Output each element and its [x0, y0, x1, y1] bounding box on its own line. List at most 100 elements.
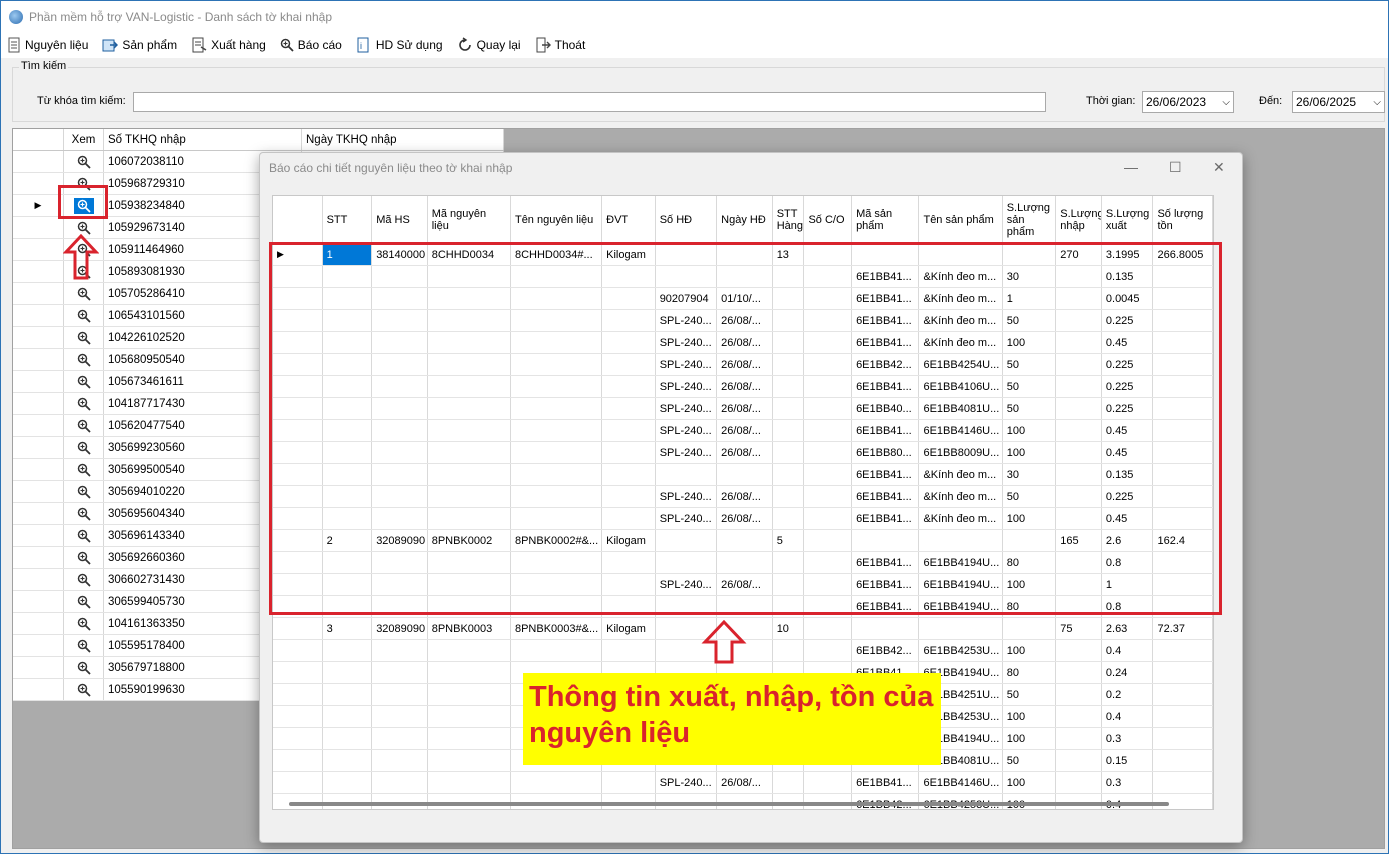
report-cell[interactable]: 26/08/...	[717, 772, 773, 793]
report-col-header[interactable]: Tên nguyên liệu	[511, 196, 603, 243]
chevron-down-icon[interactable]: ⌵	[1222, 97, 1230, 108]
report-cell[interactable]	[1056, 640, 1102, 661]
report-cell[interactable]	[1056, 662, 1102, 683]
report-cell[interactable]: 72.37	[1153, 618, 1213, 639]
report-cell[interactable]: 0.2	[1102, 684, 1154, 705]
view-cell[interactable]	[64, 503, 104, 524]
view-cell[interactable]	[64, 283, 104, 304]
report-col-header[interactable]: S.Lượng xuất	[1102, 196, 1154, 243]
horizontal-scrollbar[interactable]	[289, 802, 1169, 806]
report-cell[interactable]	[1153, 750, 1213, 771]
report-cell[interactable]	[372, 750, 428, 771]
row-header[interactable]	[13, 239, 64, 260]
report-cell[interactable]	[428, 662, 511, 683]
toolbar-button-5[interactable]: Quay lại	[457, 37, 521, 53]
report-cell[interactable]: 75	[1056, 618, 1102, 639]
report-cell[interactable]: 80	[1003, 662, 1057, 683]
row-header[interactable]	[13, 327, 64, 348]
row-header[interactable]	[13, 173, 64, 194]
row-header[interactable]	[13, 657, 64, 678]
report-col-header[interactable]: STT Hàng	[773, 196, 805, 243]
report-cell[interactable]: 8PNBK0003#&...	[511, 618, 603, 639]
row-header[interactable]	[273, 772, 323, 793]
report-cell[interactable]	[428, 706, 511, 727]
row-header[interactable]	[273, 684, 323, 705]
row-header[interactable]	[273, 728, 323, 749]
row-header[interactable]	[13, 635, 64, 656]
toolbar-button-6[interactable]: Thoát	[535, 37, 585, 53]
row-header[interactable]	[13, 481, 64, 502]
row-header[interactable]	[13, 305, 64, 326]
report-cell[interactable]	[804, 618, 853, 639]
view-cell[interactable]	[64, 151, 104, 172]
report-col-header[interactable]: Mã HS	[372, 196, 428, 243]
view-cell[interactable]	[64, 393, 104, 414]
report-col-header[interactable]: S.Lượng sản phẩm	[1003, 196, 1057, 243]
view-cell[interactable]	[64, 547, 104, 568]
report-cell[interactable]: 8PNBK0003	[428, 618, 511, 639]
row-header[interactable]	[13, 393, 64, 414]
zoom-in-icon[interactable]	[74, 682, 94, 698]
col-header-ngay-tkhq[interactable]: Ngày TKHQ nhập	[302, 129, 504, 150]
row-header[interactable]	[13, 261, 64, 282]
report-cell[interactable]	[511, 640, 603, 661]
zoom-in-icon[interactable]	[74, 374, 94, 390]
row-header[interactable]	[273, 618, 323, 639]
report-cell[interactable]	[602, 640, 656, 661]
view-cell[interactable]	[64, 349, 104, 370]
report-cell[interactable]: 50	[1003, 750, 1057, 771]
report-cell[interactable]	[323, 684, 373, 705]
toolbar-button-0[interactable]: Nguyên liệu	[7, 37, 88, 53]
report-col-header[interactable]: Số lượng tồn	[1153, 196, 1213, 243]
view-cell[interactable]	[64, 371, 104, 392]
view-cell[interactable]	[64, 525, 104, 546]
view-cell[interactable]	[64, 305, 104, 326]
report-cell[interactable]: Kilogam	[602, 618, 656, 639]
report-cell[interactable]	[428, 640, 511, 661]
report-cell[interactable]	[1056, 772, 1102, 793]
zoom-in-icon[interactable]	[74, 154, 94, 170]
zoom-in-icon[interactable]	[74, 484, 94, 500]
report-cell[interactable]	[428, 728, 511, 749]
row-header[interactable]	[273, 750, 323, 771]
report-cell[interactable]: 3	[323, 618, 373, 639]
zoom-in-icon[interactable]	[74, 462, 94, 478]
report-col-header[interactable]: STT	[323, 196, 373, 243]
report-cell[interactable]: 0.3	[1102, 772, 1154, 793]
report-cell[interactable]: 32089090	[372, 618, 428, 639]
report-cell[interactable]: 50	[1003, 684, 1057, 705]
row-header[interactable]	[13, 459, 64, 480]
row-header[interactable]	[13, 547, 64, 568]
report-cell[interactable]	[773, 772, 805, 793]
row-header[interactable]	[13, 679, 64, 700]
report-cell[interactable]: 100	[1003, 640, 1057, 661]
report-cell[interactable]: 6E1BB4253U...	[919, 640, 1003, 661]
zoom-in-icon[interactable]	[74, 440, 94, 456]
report-cell[interactable]	[804, 772, 853, 793]
report-cell[interactable]: 6E1BB4146U...	[919, 772, 1003, 793]
report-cell[interactable]	[511, 772, 603, 793]
report-cell[interactable]: 0.24	[1102, 662, 1154, 683]
report-cell[interactable]: 10	[773, 618, 805, 639]
report-cell[interactable]	[323, 640, 373, 661]
report-cell[interactable]	[372, 728, 428, 749]
report-cell[interactable]	[1153, 684, 1213, 705]
toolbar-button-3[interactable]: Báo cáo	[280, 38, 342, 52]
report-cell[interactable]: 2.63	[1102, 618, 1154, 639]
zoom-in-icon[interactable]	[74, 638, 94, 654]
zoom-in-icon[interactable]	[74, 308, 94, 324]
row-header[interactable]	[273, 706, 323, 727]
view-cell[interactable]	[64, 459, 104, 480]
zoom-in-icon[interactable]	[74, 616, 94, 632]
report-cell[interactable]	[1153, 640, 1213, 661]
row-header[interactable]	[13, 569, 64, 590]
view-cell[interactable]	[64, 481, 104, 502]
report-cell[interactable]: 6E1BB41...	[852, 772, 920, 793]
report-cell[interactable]	[372, 684, 428, 705]
report-cell[interactable]	[1153, 772, 1213, 793]
report-cell[interactable]: 0.15	[1102, 750, 1154, 771]
to-date-picker[interactable]: 26/06/2025 ⌵	[1292, 91, 1385, 113]
report-cell[interactable]: 100	[1003, 772, 1057, 793]
close-icon[interactable]: ✕	[1213, 159, 1225, 176]
row-header[interactable]	[13, 217, 64, 238]
